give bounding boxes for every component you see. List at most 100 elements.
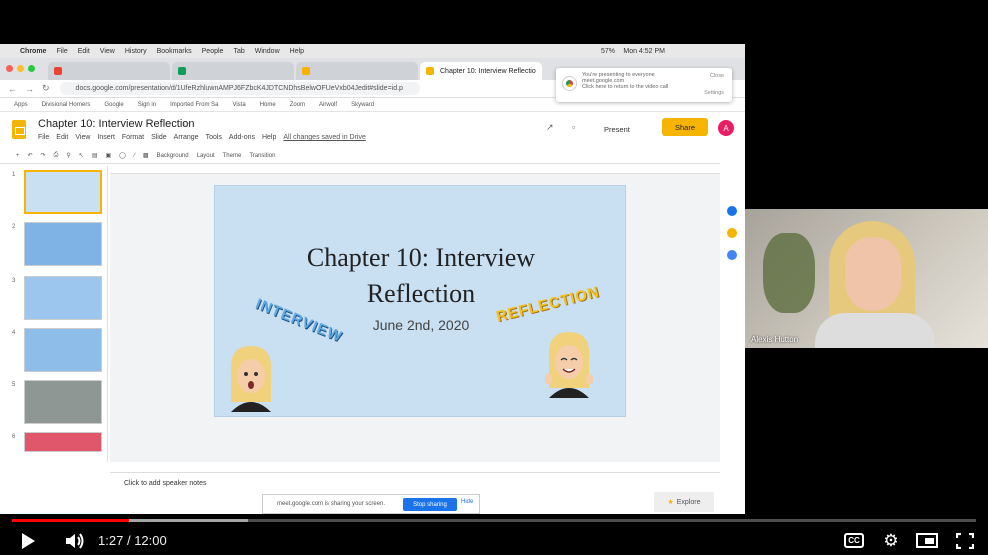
slide-title-line1: Chapter 10: Interview xyxy=(306,243,536,272)
player-controls: 1:27 / 12:00 CC ⚙ xyxy=(0,514,988,554)
theme-button[interactable]: Theme xyxy=(223,153,242,159)
bookmark-item[interactable]: Zoom xyxy=(290,102,305,108)
forward-icon[interactable]: → xyxy=(25,84,34,94)
docs-menu-slide[interactable]: Slide xyxy=(151,134,167,141)
notification-close-button[interactable]: Close xyxy=(710,73,724,79)
back-icon[interactable]: ← xyxy=(8,84,17,94)
background-button[interactable]: Background xyxy=(157,153,189,159)
docs-menu-insert[interactable]: Insert xyxy=(97,134,115,141)
minimize-window-icon[interactable] xyxy=(17,65,24,72)
line-icon[interactable]: ∕ xyxy=(134,153,135,159)
slide-thumbnail[interactable] xyxy=(24,380,102,424)
bookmark-item[interactable]: Apps xyxy=(14,102,28,108)
progress-bar[interactable] xyxy=(12,519,976,522)
participant-body xyxy=(815,313,935,348)
hide-sharing-bar-button[interactable]: Hide xyxy=(461,499,473,505)
docs-menu-help[interactable]: Help xyxy=(262,134,276,141)
bookmark-item[interactable]: Google xyxy=(104,102,123,108)
star-icon[interactable]: ☆ xyxy=(182,119,190,130)
slide-thumbnail[interactable] xyxy=(24,328,102,372)
explore-icon: ★ xyxy=(667,499,674,506)
browser-tab[interactable] xyxy=(48,62,170,80)
zoom-icon[interactable]: ⚲ xyxy=(66,152,70,159)
play-button[interactable] xyxy=(22,533,35,549)
comment-add-icon[interactable]: ▩ xyxy=(143,152,149,159)
undo-icon[interactable]: ↶ xyxy=(28,152,33,159)
keep-icon[interactable] xyxy=(727,228,737,238)
volume-icon[interactable] xyxy=(64,532,86,550)
zoom-window-icon[interactable] xyxy=(28,65,35,72)
bookmark-item[interactable]: Divisional Horners xyxy=(42,102,91,108)
slide-thumbnail[interactable] xyxy=(24,170,102,214)
layout-button[interactable]: Layout xyxy=(197,153,215,159)
print-icon[interactable]: ⎙ xyxy=(54,152,59,159)
browser-tab-active[interactable]: Chapter 10: Interview Reflectio xyxy=(420,62,542,80)
account-avatar[interactable]: A xyxy=(718,120,734,136)
youtube-player[interactable]: Chrome File Edit View History Bookmarks … xyxy=(0,0,988,554)
docs-menu-file[interactable]: File xyxy=(38,134,49,141)
slides-icon xyxy=(426,67,434,75)
add-slide-icon[interactable]: + xyxy=(16,153,20,159)
browser-tab[interactable] xyxy=(172,62,294,80)
slides-icon xyxy=(302,67,310,75)
bookmark-item[interactable]: Airwolf xyxy=(319,102,337,108)
slides-logo-icon[interactable] xyxy=(12,120,26,139)
redo-icon[interactable]: ↷ xyxy=(41,152,46,159)
explore-button[interactable]: ★ Explore xyxy=(654,492,714,512)
docs-menu-view[interactable]: View xyxy=(75,134,90,141)
stop-sharing-button[interactable]: Stop sharing xyxy=(403,498,457,511)
bookmark-item[interactable]: Vista xyxy=(232,102,245,108)
share-button[interactable]: Share xyxy=(662,118,708,136)
menu-window[interactable]: Window xyxy=(255,48,280,55)
docs-menu-tools[interactable]: Tools xyxy=(206,134,222,141)
current-slide[interactable]: Chapter 10: Interview Reflection June 2n… xyxy=(214,185,626,417)
bookmark-item[interactable]: Home xyxy=(260,102,276,108)
save-status[interactable]: All changes saved in Drive xyxy=(283,134,366,141)
menu-edit[interactable]: Edit xyxy=(78,48,90,55)
slide-thumbnail[interactable] xyxy=(24,432,102,452)
sharing-message: meet.google.com is sharing your screen. xyxy=(277,501,386,507)
menu-bookmarks[interactable]: Bookmarks xyxy=(157,48,192,55)
slide-filmstrip: 1 2 3 4 5 6 xyxy=(0,166,108,462)
participant-face xyxy=(845,237,901,311)
present-button[interactable]: Present xyxy=(598,122,636,137)
miniplayer-icon[interactable] xyxy=(916,533,938,548)
menu-people[interactable]: People xyxy=(202,48,224,55)
menu-chrome[interactable]: Chrome xyxy=(20,48,46,55)
menu-history[interactable]: History xyxy=(125,48,147,55)
slide-thumbnail[interactable] xyxy=(24,276,102,320)
notification-settings-button[interactable]: Settings xyxy=(704,90,724,96)
textbox-icon[interactable]: ▤ xyxy=(92,152,98,159)
fullscreen-icon[interactable] xyxy=(954,532,976,550)
menu-view[interactable]: View xyxy=(100,48,115,55)
tasks-icon[interactable] xyxy=(727,250,737,260)
speaker-notes[interactable]: Click to add speaker notes xyxy=(110,472,720,494)
menu-help[interactable]: Help xyxy=(290,48,304,55)
comments-icon[interactable]: ▫ xyxy=(572,122,575,132)
calendar-icon[interactable] xyxy=(727,206,737,216)
docs-menu-edit[interactable]: Edit xyxy=(56,134,68,141)
docs-menu-format[interactable]: Format xyxy=(122,134,144,141)
settings-gear-icon[interactable]: ⚙ xyxy=(880,531,902,550)
close-window-icon[interactable] xyxy=(6,65,13,72)
reload-icon[interactable]: ↻ xyxy=(42,83,50,94)
url-input[interactable]: docs.google.com/presentation/d/1UfeRzhlu… xyxy=(59,82,420,95)
slide-thumbnail[interactable] xyxy=(24,222,102,266)
activity-icon[interactable]: ↗ xyxy=(546,122,554,133)
document-title[interactable]: Chapter 10: Interview Reflection xyxy=(38,118,195,130)
docs-menu-addons[interactable]: Add-ons xyxy=(229,134,255,141)
bookmark-item[interactable]: Skyward xyxy=(351,102,374,108)
bookmark-item[interactable]: Imported From Sa xyxy=(170,102,218,108)
shape-icon[interactable]: ◯ xyxy=(119,152,126,159)
menu-file[interactable]: File xyxy=(56,48,67,55)
browser-tab[interactable] xyxy=(296,62,418,80)
transition-button[interactable]: Transition xyxy=(249,153,275,159)
docs-menu-arrange[interactable]: Arrange xyxy=(174,134,199,141)
image-icon[interactable]: ▣ xyxy=(106,152,112,159)
time-separator: / xyxy=(126,533,131,548)
menu-tab[interactable]: Tab xyxy=(233,48,244,55)
bookmark-item[interactable]: Sign in xyxy=(138,102,156,108)
captions-icon[interactable]: CC xyxy=(844,533,864,548)
select-icon[interactable]: ↖ xyxy=(79,152,84,159)
presenting-notification[interactable]: You're presenting to everyone meet.googl… xyxy=(556,68,732,102)
